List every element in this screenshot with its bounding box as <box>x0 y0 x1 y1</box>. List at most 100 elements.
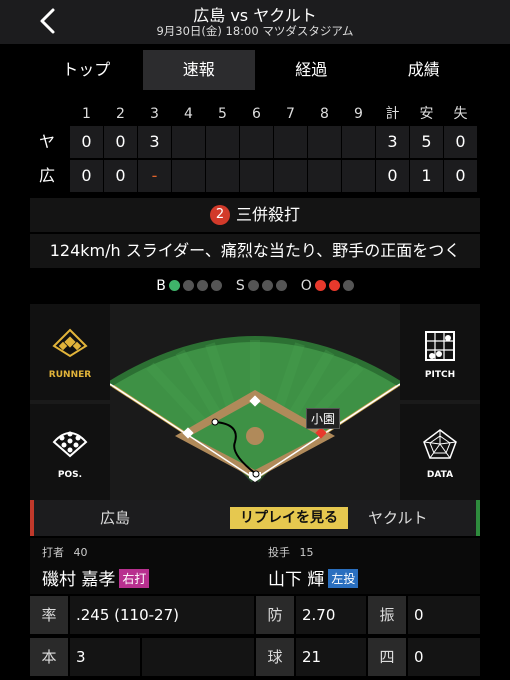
runner-button[interactable]: RUNNER <box>30 304 110 400</box>
pitcher-role-line: 投手 15 <box>268 544 314 560</box>
tab-progress[interactable]: 経過 <box>255 50 368 90</box>
data-label: DATA <box>426 470 454 480</box>
out-dot <box>342 280 354 291</box>
pitcher-name-line: 山下 輝左投 <box>268 565 359 590</box>
play-description: 124km/h スライダー、痛烈な当たり、野手の正面をつく <box>30 234 480 268</box>
play-result: 2 三併殺打 <box>30 198 480 232</box>
pitcher-name: 山下 輝 <box>268 570 325 590</box>
batter-stat-label: 本 <box>30 638 68 676</box>
radar-chart-icon <box>423 429 457 459</box>
total-score: 1 <box>410 160 443 192</box>
total-score: 0 <box>444 160 477 192</box>
team-abbr: ヤ <box>38 132 55 151</box>
play-result-text: 三併殺打 <box>235 205 300 224</box>
inning-score <box>342 160 375 192</box>
inning-score <box>274 126 307 158</box>
inning-score <box>342 126 375 158</box>
tab-stats[interactable]: 成績 <box>368 50 481 90</box>
count-indicator: BSO <box>30 272 480 300</box>
total-header: 失 <box>453 106 468 122</box>
pitcher-stat-label: 四 <box>368 638 406 676</box>
fielder-tag[interactable]: 小園 <box>306 408 341 429</box>
pitcher-stat-label: 球 <box>256 638 294 676</box>
ball-dot <box>210 280 222 291</box>
total-header: 安 <box>419 106 434 122</box>
inning-header: 4 <box>184 106 193 122</box>
inning-score <box>240 126 273 158</box>
total-score: 5 <box>410 126 443 158</box>
inning-header: 3 <box>150 106 159 122</box>
tab-live[interactable]: 速報 <box>142 50 255 90</box>
strike-dot <box>261 280 273 291</box>
inning-header: 2 <box>116 106 125 122</box>
total-score: 3 <box>376 126 409 158</box>
ball-label: B <box>156 278 166 294</box>
inning-score: 0 <box>104 126 137 158</box>
strike-dot <box>247 280 259 291</box>
inning-score <box>172 160 205 192</box>
data-button[interactable]: DATA <box>400 404 480 500</box>
away-team-tab[interactable]: ヤクルト <box>368 500 428 536</box>
batter-role-line: 打者 40 <box>42 544 88 560</box>
pitcher-number: 15 <box>299 546 314 559</box>
inning-score: 0 <box>70 126 103 158</box>
inning-score: - <box>138 160 171 192</box>
inning-score: 0 <box>104 160 137 192</box>
batter-number: 40 <box>73 546 88 559</box>
total-score: 0 <box>444 126 477 158</box>
home-team-tab[interactable]: 広島 <box>100 500 130 536</box>
inning-header: 9 <box>354 106 363 122</box>
inning-score <box>308 160 341 192</box>
tab-bar: トップ 速報 経過 成績 <box>30 50 480 90</box>
out-dot <box>328 280 340 291</box>
header-bar: 広島 vs ヤクルト 9月30日(金) 18:00 マツダスタジアム <box>0 0 510 44</box>
inning-score <box>274 160 307 192</box>
inning-header: 6 <box>252 106 261 122</box>
inning-score <box>172 126 205 158</box>
replay-button[interactable]: リプレイを見る <box>230 507 348 529</box>
pitcher-hand-tag: 左投 <box>328 569 359 588</box>
pitcher-card[interactable]: 投手 15 山下 輝左投 <box>256 538 480 594</box>
runner-diamond-icon <box>52 328 88 358</box>
pitcher-stat-label: 防 <box>256 596 294 634</box>
total-score: 0 <box>376 160 409 192</box>
stats-grid: 率 .245 (110-27) 本 3 防 2.70 振 0 球 21 四 0 <box>30 596 480 680</box>
runner-label: RUNNER <box>48 370 92 380</box>
pitch-button[interactable]: PITCH <box>400 304 480 400</box>
batter-stat-label: 率 <box>30 596 68 634</box>
pitch-grid-icon <box>425 331 455 361</box>
strike-label: S <box>235 278 245 294</box>
out-label: O <box>300 278 312 294</box>
matchup-panel: 打者 40 磯村 嘉孝 右打 投手 15 山下 輝左投 <box>30 538 480 594</box>
ball-dot <box>168 280 180 291</box>
pitch-label: PITCH <box>424 370 456 380</box>
ball-dot <box>196 280 208 291</box>
batter-name-line: 磯村 嘉孝 右打 <box>42 565 150 590</box>
pitcher-stat-value: 21 <box>296 638 366 676</box>
positions-label: POS. <box>57 470 83 480</box>
batter-role: 打者 <box>42 546 64 559</box>
inning-header: 1 <box>82 106 91 122</box>
team-abbr: 広 <box>38 166 55 185</box>
batter-card[interactable]: 打者 40 磯村 嘉孝 右打 <box>30 538 254 594</box>
tab-top[interactable]: トップ <box>30 50 143 90</box>
inning-score <box>240 160 273 192</box>
batter-stat-empty <box>142 638 254 676</box>
out-dot <box>314 280 326 291</box>
pitcher-stat-value: 0 <box>408 638 480 676</box>
batter-stat-value: .245 (110-27) <box>70 596 254 634</box>
inning-score <box>206 160 239 192</box>
ball-dot <box>182 280 194 291</box>
outs-badge: 2 <box>209 205 230 225</box>
pitcher-stat-value: 0 <box>408 596 480 634</box>
pitcher-role: 投手 <box>268 546 290 559</box>
inning-header: 7 <box>286 106 295 122</box>
batter-hand-tag: 右打 <box>119 569 150 588</box>
inning-header: 5 <box>218 106 227 122</box>
batter-name: 磯村 嘉孝 <box>42 570 116 590</box>
inning-header: 8 <box>320 106 329 122</box>
positions-button[interactable]: POS. <box>30 404 110 500</box>
inning-score <box>206 126 239 158</box>
strike-dot <box>275 280 287 291</box>
total-header: 計 <box>385 106 400 122</box>
